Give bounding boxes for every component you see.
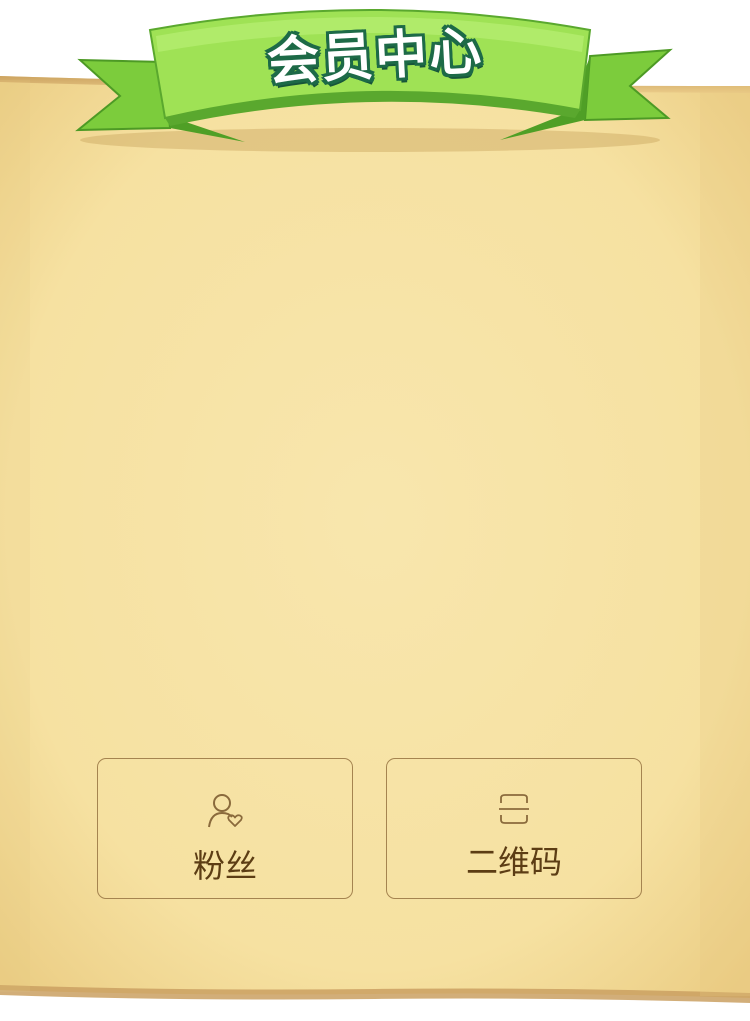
qr-code-button[interactable]: 二维码 bbox=[386, 758, 642, 899]
qr-code-icon bbox=[499, 794, 529, 824]
action-cards: 粉丝 二维码 bbox=[97, 758, 644, 901]
fans-label: 粉丝 bbox=[192, 847, 257, 885]
member-center-page: 会员中心 粉丝 二维码 bbox=[0, 0, 750, 1021]
fans-button[interactable]: 粉丝 bbox=[97, 758, 353, 899]
qr-code-label: 二维码 bbox=[465, 843, 562, 881]
user-heart-icon bbox=[208, 794, 243, 828]
